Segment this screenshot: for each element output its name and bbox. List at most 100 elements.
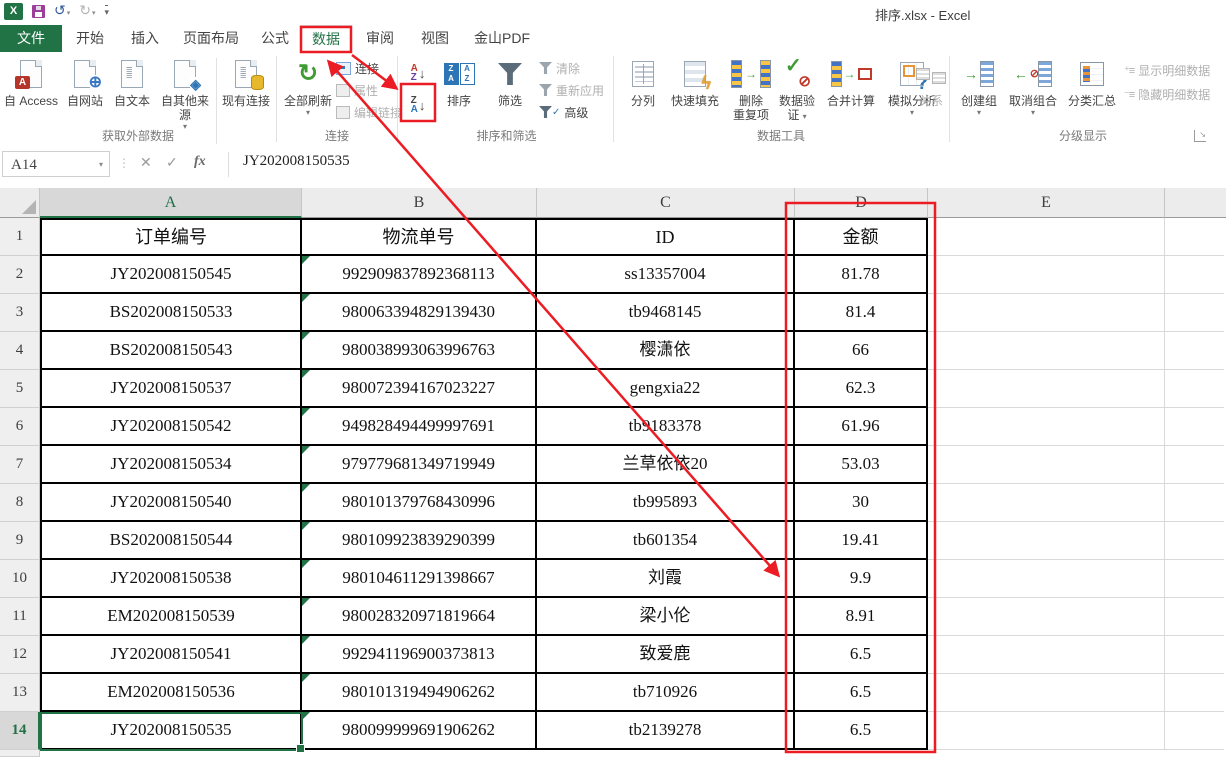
- row-header[interactable]: 4: [0, 332, 40, 370]
- cell-c3[interactable]: tb9468145: [537, 294, 795, 332]
- undo-button[interactable]: ↺▾: [54, 2, 70, 20]
- cell-c14[interactable]: tb2139278: [537, 712, 795, 750]
- clear-filter-button[interactable]: 清除: [539, 58, 604, 78]
- cell-a2[interactable]: JY202008150545: [40, 256, 302, 294]
- cell-e5[interactable]: [928, 370, 1165, 408]
- sort-ascending-button[interactable]: AZ↓: [403, 60, 433, 86]
- cell-f13[interactable]: [1165, 674, 1224, 712]
- cell-d11[interactable]: 8.91: [795, 598, 928, 636]
- cell-a6[interactable]: JY202008150542: [40, 408, 302, 446]
- cell-b5[interactable]: 980072394167023227: [302, 370, 537, 408]
- cell-c11[interactable]: 梁小伦: [537, 598, 795, 636]
- row-header[interactable]: 1: [0, 218, 40, 256]
- cell-d9[interactable]: 19.41: [795, 522, 928, 560]
- cell-f12[interactable]: [1165, 636, 1224, 674]
- subtotal-button[interactable]: 分类汇总: [1063, 56, 1121, 108]
- cell-d4[interactable]: 66: [795, 332, 928, 370]
- cell-a14-selected[interactable]: JY202008150535: [40, 712, 302, 750]
- cell-c6[interactable]: tb9183378: [537, 408, 795, 446]
- cell-f14[interactable]: [1165, 712, 1224, 750]
- row-header[interactable]: 3: [0, 294, 40, 332]
- show-detail-button[interactable]: ⁺≡显示明细数据: [1124, 60, 1210, 80]
- cell-c7[interactable]: 兰草依依20: [537, 446, 795, 484]
- from-text-button[interactable]: ≡≡ 自文本: [110, 56, 154, 108]
- cell-d1[interactable]: 金额: [795, 218, 928, 256]
- connections-button[interactable]: 连接: [336, 58, 402, 78]
- cell-c4[interactable]: 樱潇依: [537, 332, 795, 370]
- cell-e9[interactable]: [928, 522, 1165, 560]
- cell-b11[interactable]: 980028320971819664: [302, 598, 537, 636]
- cell-e7[interactable]: [928, 446, 1165, 484]
- row-header[interactable]: 13: [0, 674, 40, 712]
- advanced-filter-button[interactable]: ✓高级: [539, 102, 604, 122]
- cell-d8[interactable]: 30: [795, 484, 928, 522]
- cell-b9[interactable]: 980109923839290399: [302, 522, 537, 560]
- cell-b14[interactable]: 980099999691906262: [302, 712, 537, 750]
- cell-d7[interactable]: 53.03: [795, 446, 928, 484]
- cell-e3[interactable]: [928, 294, 1165, 332]
- tab-review[interactable]: 审阅: [352, 25, 408, 52]
- tab-data[interactable]: 数据: [300, 25, 352, 52]
- existing-connections-button[interactable]: ≡≡ 现有连接: [220, 56, 272, 108]
- cell-f6[interactable]: [1165, 408, 1224, 446]
- cell-e12[interactable]: [928, 636, 1165, 674]
- cell-e11[interactable]: [928, 598, 1165, 636]
- cell-a3[interactable]: BS202008150533: [40, 294, 302, 332]
- from-other-sources-button[interactable]: ◈ 自其他来源▾: [156, 56, 214, 131]
- column-header-c[interactable]: C: [537, 188, 795, 218]
- cell-e8[interactable]: [928, 484, 1165, 522]
- cell-e4[interactable]: [928, 332, 1165, 370]
- formula-bar-value[interactable]: JY202008150535: [243, 153, 350, 170]
- create-group-button[interactable]: → 创建组▾: [955, 56, 1003, 117]
- consolidate-button[interactable]: → 合并计算: [821, 56, 881, 108]
- tab-home[interactable]: 开始: [62, 25, 118, 52]
- formula-bar-resize-handle[interactable]: ⋮: [118, 156, 130, 170]
- column-header-a[interactable]: A: [40, 188, 302, 218]
- insert-function-icon[interactable]: fx: [194, 154, 206, 170]
- row-header-selected[interactable]: 14: [0, 712, 40, 750]
- ungroup-button[interactable]: ←⊘ 取消组合▾: [1005, 56, 1061, 117]
- row-header[interactable]: 8: [0, 484, 40, 522]
- cell-f8[interactable]: [1165, 484, 1224, 522]
- cell-b6[interactable]: 949828494499997691: [302, 408, 537, 446]
- cell-e10[interactable]: [928, 560, 1165, 598]
- cell-a7[interactable]: JY202008150534: [40, 446, 302, 484]
- tab-page-layout[interactable]: 页面布局: [172, 25, 250, 52]
- cancel-entry-icon[interactable]: ✕: [140, 154, 152, 171]
- name-box-dropdown-icon[interactable]: ▾: [99, 152, 103, 178]
- sort-button[interactable]: ZAAZ 排序: [437, 56, 481, 108]
- cell-f2[interactable]: [1165, 256, 1224, 294]
- data-validation-button[interactable]: ✓⊘ 数据验证 ▾: [775, 56, 819, 122]
- cell-e1[interactable]: [928, 218, 1165, 256]
- cell-d10[interactable]: 9.9: [795, 560, 928, 598]
- tab-file[interactable]: 文件: [0, 25, 62, 52]
- row-header[interactable]: 9: [0, 522, 40, 560]
- cell-e6[interactable]: [928, 408, 1165, 446]
- cell-b2[interactable]: 992909837892368113: [302, 256, 537, 294]
- from-access-button[interactable]: A 自 Access: [2, 56, 60, 108]
- row-header[interactable]: 5: [0, 370, 40, 408]
- cell-c1[interactable]: ID: [537, 218, 795, 256]
- row-header[interactable]: 12: [0, 636, 40, 674]
- edit-links-button[interactable]: 编辑链接: [336, 102, 402, 122]
- filter-button[interactable]: 筛选: [488, 56, 532, 108]
- row-header[interactable]: [0, 750, 40, 757]
- cell-c9[interactable]: tb601354: [537, 522, 795, 560]
- relationships-button[interactable]: 关系: [913, 56, 949, 108]
- cell-f9[interactable]: [1165, 522, 1224, 560]
- cell-a13[interactable]: EM202008150536: [40, 674, 302, 712]
- cell-a11[interactable]: EM202008150539: [40, 598, 302, 636]
- cell-c8[interactable]: tb995893: [537, 484, 795, 522]
- from-web-button[interactable]: ⊕ 自网站: [62, 56, 108, 108]
- cell-d5[interactable]: 62.3: [795, 370, 928, 408]
- cell-d12[interactable]: 6.5: [795, 636, 928, 674]
- cell-d14[interactable]: 6.5: [795, 712, 928, 750]
- cell-f3[interactable]: [1165, 294, 1224, 332]
- cell-c10[interactable]: 刘霞: [537, 560, 795, 598]
- cell-e2[interactable]: [928, 256, 1165, 294]
- cell-a1[interactable]: 订单编号: [40, 218, 302, 256]
- row-header[interactable]: 10: [0, 560, 40, 598]
- column-header-e[interactable]: E: [928, 188, 1165, 218]
- outline-dialog-launcher-icon[interactable]: ↘: [1194, 130, 1206, 142]
- cell-c5[interactable]: gengxia22: [537, 370, 795, 408]
